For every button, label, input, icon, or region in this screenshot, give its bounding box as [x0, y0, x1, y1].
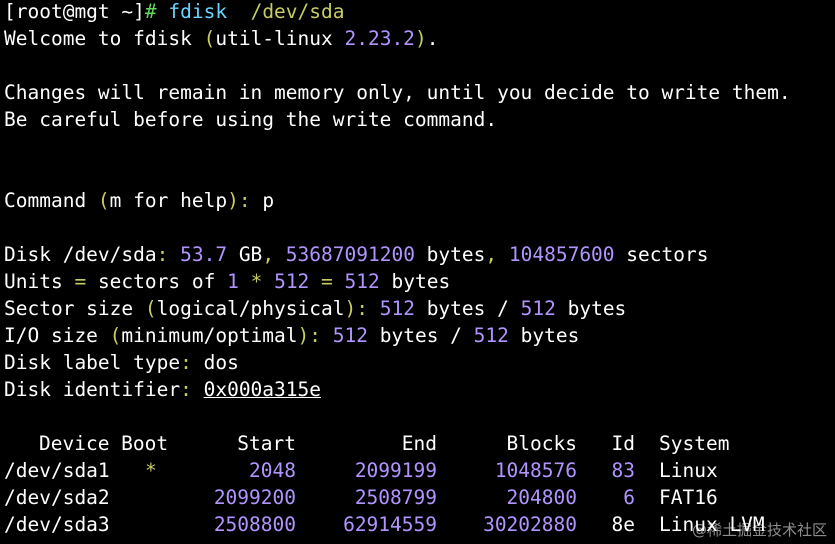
shell-prompt-line: [root@mgt ~]# fdisk /dev/sda [4, 0, 345, 25]
disk-identifier-value: 0x000a315e [203, 378, 321, 401]
device-cell: /dev/sda1 [4, 459, 110, 482]
header-device-boot: Device Boot [39, 432, 169, 455]
command-argument: /dev/sda [250, 0, 345, 23]
device-cell: /dev/sda2 [4, 486, 110, 509]
shell-prompt: [root@mgt ~] [4, 0, 145, 23]
welcome-line: Welcome to fdisk (util-linux 2.23.2). [4, 27, 439, 50]
header-blocks: Blocks [506, 432, 577, 455]
sector-size-line: Sector size (logical/physical): 512 byte… [4, 297, 627, 320]
id-cell: 8e [611, 513, 635, 536]
careful-warning-line: Be careful before using the write comman… [4, 108, 498, 131]
terminal-window[interactable]: [root@mgt ~]# fdisk /dev/sda Welcome to … [0, 0, 835, 544]
header-system: System [659, 432, 730, 455]
blocks-cell: 30202880 [483, 513, 577, 536]
system-cell: FAT16 [659, 486, 718, 509]
system-cell: Linux [659, 459, 718, 482]
id-cell: 83 [611, 459, 635, 482]
header-id: Id [611, 432, 635, 455]
end-cell: 2508799 [354, 486, 437, 509]
end-cell: 62914559 [343, 513, 437, 536]
watermark: @稀土掘金技术社区 [691, 521, 827, 539]
start-cell: 2048 [249, 459, 296, 482]
boot-flag-cell: * [145, 459, 157, 482]
disk-summary-line: Disk /dev/sda: 53.7 GB, 53687091200 byte… [4, 243, 709, 266]
device-cell: /dev/sda3 [4, 513, 110, 536]
command-name: fdisk [168, 0, 228, 23]
blocks-cell: 204800 [506, 486, 577, 509]
id-cell: 6 [623, 486, 635, 509]
label-type-line: Disk label type: dos [4, 351, 239, 374]
identifier-line: Disk identifier: 0x000a315e [4, 378, 321, 401]
command-input: p [262, 189, 275, 212]
header-start: Start [237, 432, 296, 455]
blocks-cell: 1048576 [494, 459, 577, 482]
units-line: Units = sectors of 1 * 512 = 512 bytes [4, 270, 451, 293]
command-help-prompt: Command (m for help): p [4, 189, 275, 212]
io-size-line: I/O size (minimum/optimal): 512 bytes / … [4, 324, 580, 347]
start-cell: 2508800 [213, 513, 296, 536]
header-end: End [401, 432, 437, 455]
changes-warning-line: Changes will remain in memory only, unti… [4, 81, 791, 104]
prompt-symbol: # [144, 0, 157, 23]
end-cell: 2099199 [354, 459, 437, 482]
start-cell: 2099200 [213, 486, 296, 509]
